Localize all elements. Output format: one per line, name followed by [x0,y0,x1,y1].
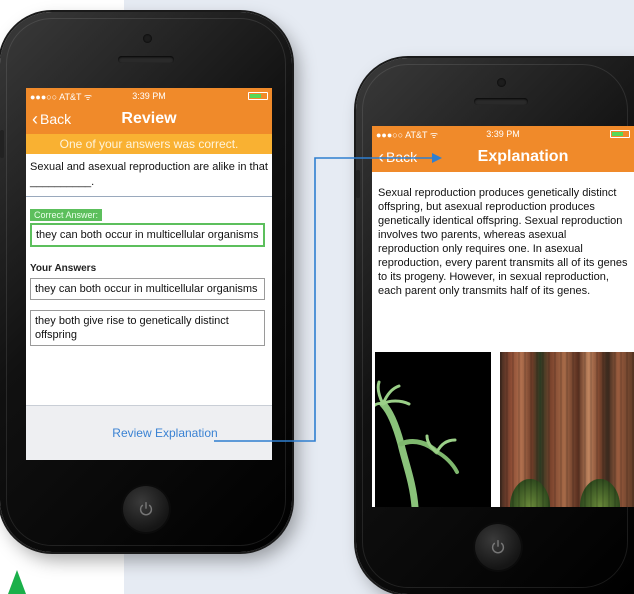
back-chevron-icon: ‹ [32,109,38,129]
your-answers-label: Your Answers [30,263,97,274]
correct-answer-label: Correct Answer: [30,209,103,221]
left-screen: ●●●○○ AT&T ᯤ 3:39 PM ‹ Back Review One o… [26,88,272,460]
review-footer: Review Explanation [26,405,272,460]
back-chevron-icon: ‹ [378,147,384,167]
right-home-button[interactable] [475,524,521,570]
fern-shape [580,479,620,507]
battery-icon [610,130,630,138]
right-screen: ●●●○○ AT&T ᯤ 3:39 PM ‹ Back Explanation … [372,126,634,507]
back-button[interactable]: ‹ Back [26,110,71,128]
green-triangle-marker [8,570,26,594]
back-button[interactable]: ‹ Back [372,148,417,166]
left-home-button[interactable] [123,486,169,532]
explanation-text: Sexual reproduction produces genetically… [378,187,628,297]
status-bar: ●●●○○ AT&T ᯤ 3:39 PM [26,88,272,104]
left-side-button [0,130,4,158]
photo-row [372,352,634,507]
result-banner: One of your answers was correct. [26,134,272,154]
your-answer-item: they can both occur in multicellular org… [30,278,265,300]
question-text: Sexual and asexual reproduction are alik… [26,154,272,197]
status-time: 3:39 PM [486,129,520,139]
hydra-illustration [375,380,459,507]
correct-answer-box: they can both occur in multicellular org… [30,223,265,247]
left-speaker [118,56,174,63]
review-explanation-link[interactable]: Review Explanation [112,426,217,440]
back-label: Back [386,149,418,165]
status-bar: ●●●○○ AT&T ᯤ 3:39 PM [372,126,634,142]
battery-icon [248,92,268,100]
your-answer-item: they both give rise to genetically disti… [30,310,265,346]
page-title: Explanation [477,148,569,165]
status-time: 3:39 PM [132,91,166,101]
navigation-bar: ‹ Back Review [26,104,272,134]
power-icon [139,501,153,516]
fern-shape [510,479,550,507]
navigation-bar: ‹ Back Explanation [372,142,634,172]
right-side-button [356,170,360,198]
right-camera [497,78,506,87]
back-label: Back [40,111,72,127]
power-icon [491,539,505,554]
left-camera [143,34,152,43]
redwood-photo [500,352,634,507]
right-speaker [474,98,528,105]
hydra-photo [375,352,491,507]
